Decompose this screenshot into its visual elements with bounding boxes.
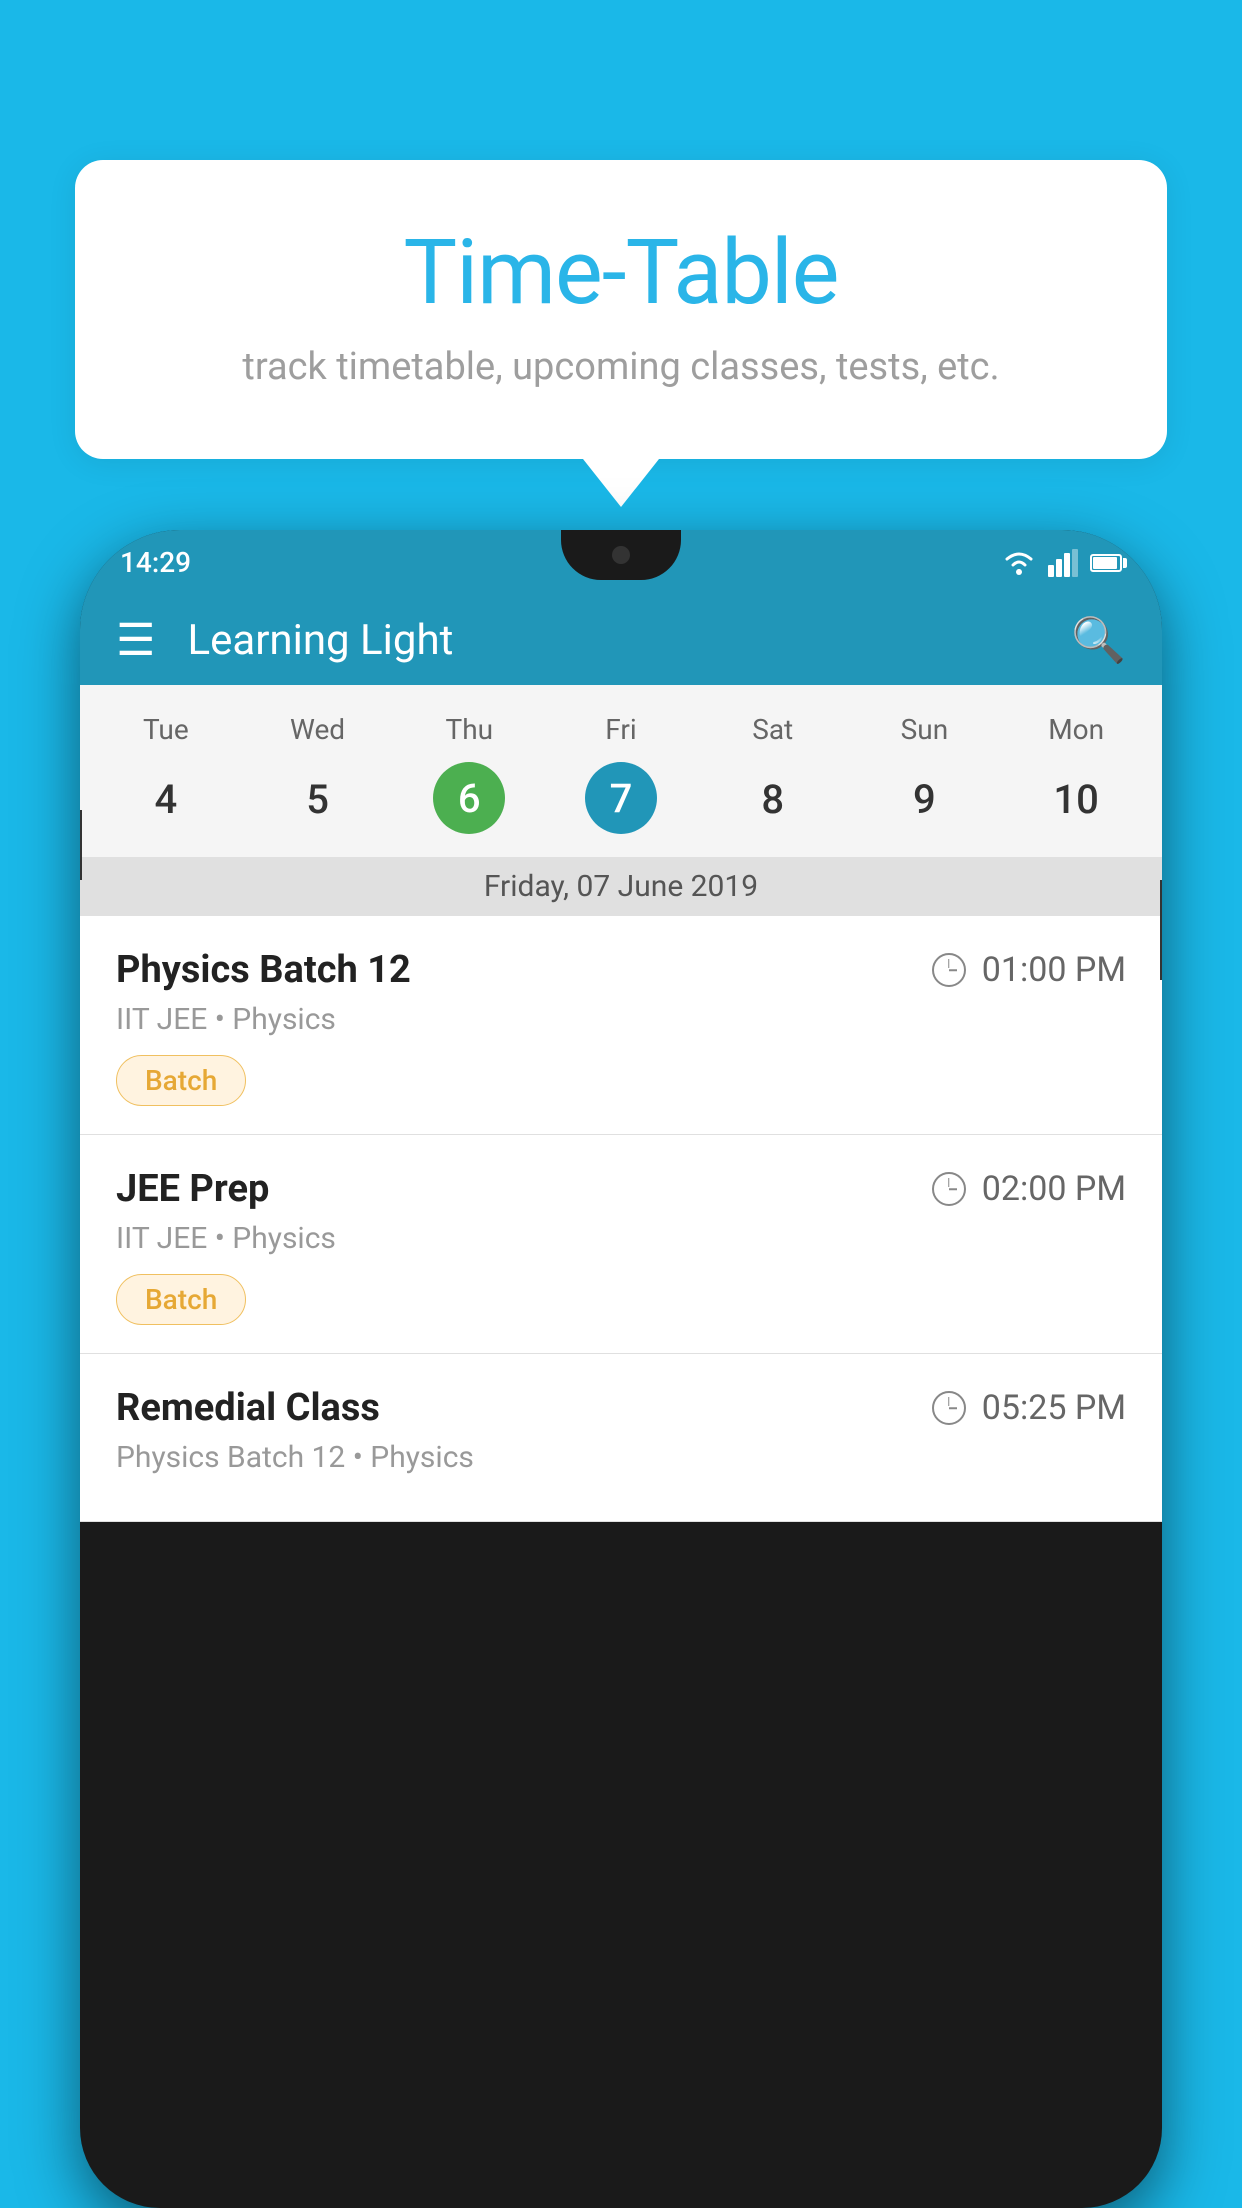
- schedule-time-value: 05:25 PM: [982, 1388, 1126, 1428]
- phone-notch: [561, 530, 681, 580]
- day-4[interactable]: 4: [90, 762, 242, 837]
- day-header-sat: Sat: [697, 705, 849, 754]
- batch-tag: Batch: [116, 1274, 246, 1325]
- wifi-icon: [1002, 549, 1036, 577]
- menu-icon[interactable]: ☰: [116, 614, 155, 666]
- schedule-item-header: Remedial Class 05:25 PM: [116, 1386, 1126, 1430]
- status-bar: 14:29: [80, 530, 1162, 595]
- signal-icon: [1048, 549, 1078, 577]
- day-header-thu: Thu: [393, 705, 545, 754]
- clock-icon: [932, 953, 966, 987]
- schedule-item-time: 02:00 PM: [932, 1169, 1126, 1209]
- status-icons: [1002, 549, 1122, 577]
- schedule-item-subtitle: IIT JEE • Physics: [116, 1002, 1126, 1037]
- schedule-item-time: 01:00 PM: [932, 950, 1126, 990]
- day-header-fri: Fri: [545, 705, 697, 754]
- app-bar: ☰ Learning Light 🔍: [80, 595, 1162, 685]
- calendar-strip: Tue Wed Thu Fri Sat Sun Mon 4 5 6 7 8 9 …: [80, 685, 1162, 916]
- day-6-today[interactable]: 6: [433, 762, 505, 834]
- clock-icon: [932, 1172, 966, 1206]
- clock-icon: [932, 1391, 966, 1425]
- schedule-item[interactable]: JEE Prep 02:00 PM IIT JEE • Physics Batc…: [80, 1135, 1162, 1354]
- schedule-item-subtitle: IIT JEE • Physics: [116, 1221, 1126, 1256]
- schedule-item-title: Physics Batch 12: [116, 948, 411, 992]
- batch-tag: Batch: [116, 1055, 246, 1106]
- day-header-sun: Sun: [849, 705, 1001, 754]
- day-numbers: 4 5 6 7 8 9 10: [80, 754, 1162, 857]
- camera-dot: [612, 546, 630, 564]
- schedule-item-header: Physics Batch 12 01:00 PM: [116, 948, 1126, 992]
- tooltip-subtitle: track timetable, upcoming classes, tests…: [155, 345, 1087, 389]
- status-time: 14:29: [120, 546, 191, 579]
- current-date-label: Friday, 07 June 2019: [80, 857, 1162, 916]
- day-8[interactable]: 8: [697, 762, 849, 837]
- day-header-tue: Tue: [90, 705, 242, 754]
- schedule-item-subtitle: Physics Batch 12 • Physics: [116, 1440, 1126, 1475]
- battery-icon: [1090, 554, 1122, 572]
- phone-frame: 14:29 ☰ Lea: [80, 530, 1162, 2208]
- schedule-item-header: JEE Prep 02:00 PM: [116, 1167, 1126, 1211]
- day-header-mon: Mon: [1000, 705, 1152, 754]
- schedule-item[interactable]: Remedial Class 05:25 PM Physics Batch 12…: [80, 1354, 1162, 1522]
- schedule-item-time: 05:25 PM: [932, 1388, 1126, 1428]
- day-headers: Tue Wed Thu Fri Sat Sun Mon: [80, 705, 1162, 754]
- phone-screen: Tue Wed Thu Fri Sat Sun Mon 4 5 6 7 8 9 …: [80, 685, 1162, 1522]
- schedule-item[interactable]: Physics Batch 12 01:00 PM IIT JEE • Phys…: [80, 916, 1162, 1135]
- day-7-selected[interactable]: 7: [585, 762, 657, 834]
- day-9[interactable]: 9: [849, 762, 1001, 837]
- schedule-list: Physics Batch 12 01:00 PM IIT JEE • Phys…: [80, 916, 1162, 1522]
- search-icon[interactable]: 🔍: [1071, 614, 1126, 666]
- schedule-time-value: 01:00 PM: [982, 950, 1126, 990]
- day-header-wed: Wed: [242, 705, 394, 754]
- schedule-item-title: JEE Prep: [116, 1167, 269, 1211]
- tooltip-card: Time-Table track timetable, upcoming cla…: [75, 160, 1167, 459]
- app-title: Learning Light: [187, 616, 1047, 665]
- schedule-item-title: Remedial Class: [116, 1386, 380, 1430]
- tooltip-title: Time-Table: [155, 220, 1087, 325]
- day-5[interactable]: 5: [242, 762, 394, 837]
- day-10[interactable]: 10: [1000, 762, 1152, 837]
- schedule-time-value: 02:00 PM: [982, 1169, 1126, 1209]
